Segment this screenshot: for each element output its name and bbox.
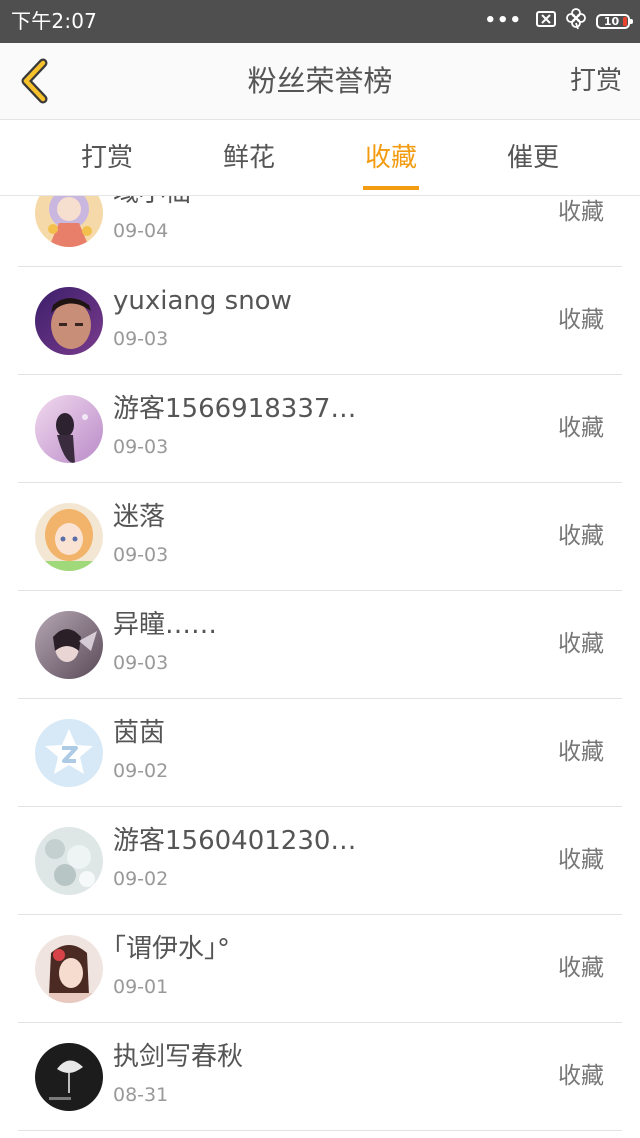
user-name: 异瞳…… bbox=[113, 610, 218, 640]
user-name: 执剑写春秋 bbox=[113, 1042, 244, 1072]
item-date: 09-03 bbox=[113, 652, 169, 674]
item-date: 09-02 bbox=[113, 868, 169, 890]
user-name: 迷落 bbox=[113, 502, 166, 532]
avatar bbox=[35, 719, 103, 787]
avatar bbox=[35, 827, 103, 895]
user-name: 游客1566918337… bbox=[113, 394, 357, 424]
avatar bbox=[35, 196, 103, 247]
item-action-label: 收藏 bbox=[558, 631, 604, 657]
avatar bbox=[35, 503, 103, 571]
item-date: 09-04 bbox=[113, 220, 169, 242]
status-time: 下午2:07 bbox=[11, 9, 98, 33]
page-title: 粉丝荣誉榜 bbox=[247, 64, 393, 98]
tab-favorites[interactable]: 收藏 bbox=[341, 120, 441, 195]
item-date: 09-03 bbox=[113, 328, 169, 350]
list-item[interactable]: 茵茵 09-02 收藏 bbox=[18, 699, 622, 807]
item-date: 09-03 bbox=[113, 436, 169, 458]
back-button[interactable] bbox=[12, 56, 56, 106]
user-name: 域小仙 bbox=[113, 196, 191, 210]
item-action-label: 收藏 bbox=[558, 847, 604, 873]
item-date: 09-03 bbox=[113, 544, 169, 566]
item-action-label: 收藏 bbox=[558, 1063, 604, 1089]
user-name: yuxiang snow bbox=[113, 286, 292, 316]
tab-flowers[interactable]: 鲜花 bbox=[199, 120, 299, 195]
user-name: 茵茵 bbox=[113, 718, 166, 748]
item-action-label: 收藏 bbox=[558, 199, 604, 225]
list-item[interactable]: 异瞳…… 09-03 收藏 bbox=[18, 591, 622, 699]
avatar bbox=[35, 935, 103, 1003]
item-action-label: 收藏 bbox=[558, 307, 604, 333]
list-item[interactable]: yuxiang snow 09-03 收藏 bbox=[18, 267, 622, 375]
tab-urge-update[interactable]: 催更 bbox=[483, 120, 583, 195]
avatar bbox=[35, 1043, 103, 1111]
more-dots-icon: ••• bbox=[484, 10, 522, 31]
avatar bbox=[35, 287, 103, 355]
battery-level: 10 bbox=[603, 14, 620, 28]
user-name: ｢谓伊水｣° bbox=[113, 934, 231, 964]
status-icons: ••• 10 bbox=[484, 8, 633, 34]
item-action-label: 收藏 bbox=[558, 739, 604, 765]
list-item[interactable]: 执剑写春秋 08-31 收藏 bbox=[18, 1023, 622, 1131]
list-item[interactable]: 游客1560401230… 09-02 收藏 bbox=[18, 807, 622, 915]
app-header: 粉丝荣誉榜 打赏 bbox=[0, 43, 640, 120]
item-action-label: 收藏 bbox=[558, 955, 604, 981]
tab-bar: 打赏 鲜花 收藏 催更 bbox=[0, 120, 640, 196]
list-item[interactable]: 迷落 09-03 收藏 bbox=[18, 483, 622, 591]
reward-button[interactable]: 打赏 bbox=[570, 43, 622, 120]
battery-icon: 10 bbox=[596, 13, 633, 29]
item-date: 09-01 bbox=[113, 976, 169, 998]
sim-x-icon bbox=[536, 11, 556, 31]
item-date: 09-02 bbox=[113, 760, 169, 782]
user-name: 游客1560401230… bbox=[113, 826, 357, 856]
tab-reward[interactable]: 打赏 bbox=[57, 120, 157, 195]
fan-list[interactable]: 域小仙 09-04 收藏 bbox=[0, 196, 640, 1138]
avatar bbox=[35, 395, 103, 463]
list-item[interactable]: ｢谓伊水｣° 09-01 收藏 bbox=[18, 915, 622, 1023]
chevron-left-icon bbox=[21, 58, 48, 104]
item-action-label: 收藏 bbox=[558, 523, 604, 549]
item-action-label: 收藏 bbox=[558, 415, 604, 441]
item-date: 08-31 bbox=[113, 1084, 169, 1106]
list-item[interactable]: 域小仙 09-04 收藏 bbox=[18, 196, 622, 267]
status-bar: 下午2:07 ••• 10 bbox=[0, 0, 640, 43]
clover-icon bbox=[566, 8, 586, 34]
list-item[interactable]: 游客1566918337… 09-03 收藏 bbox=[18, 375, 622, 483]
avatar bbox=[35, 611, 103, 679]
